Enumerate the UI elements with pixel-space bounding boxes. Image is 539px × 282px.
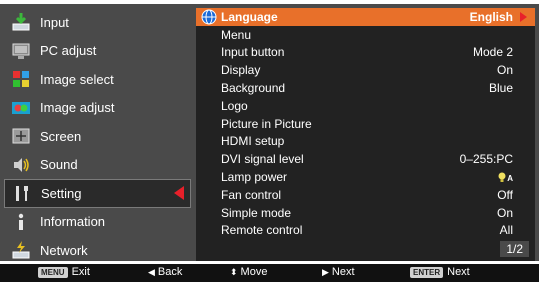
- lamp-auto-label: A: [507, 173, 513, 183]
- arrow-right-icon: ▶: [322, 266, 329, 277]
- globe-icon: [201, 9, 217, 25]
- help-move: ⬍ Move: [230, 266, 267, 278]
- menu-item-input[interactable]: Input: [4, 8, 191, 37]
- enter-key-icon: ENTER: [410, 266, 444, 278]
- submenu-row-label: Display: [221, 63, 261, 78]
- submenu-row-value: On: [496, 63, 513, 78]
- submenu-row-logo[interactable]: Logo: [196, 97, 535, 115]
- arrow-up-down-icon: ⬍: [230, 266, 238, 277]
- menu-item-information[interactable]: Information: [4, 208, 191, 237]
- submenu-row-label: DVI signal level: [221, 152, 304, 167]
- setting-icon: [11, 182, 33, 204]
- menu-item-label: Image select: [40, 71, 114, 87]
- menu-item-network[interactable]: Network: [4, 236, 191, 265]
- submenu-row-language[interactable]: Language English: [196, 8, 535, 26]
- setting-submenu: Language English Menu Input button Mode …: [196, 8, 535, 261]
- submenu-row-display[interactable]: Display On: [196, 61, 535, 79]
- submenu-row-value: All: [499, 223, 513, 238]
- image-select-icon: [10, 68, 32, 90]
- menu-item-screen[interactable]: Screen: [4, 122, 191, 151]
- submenu-row-label: Input button: [221, 45, 285, 60]
- menu-item-setting[interactable]: Setting: [4, 179, 191, 208]
- page-indicator: 1/2: [500, 241, 529, 257]
- help-exit: MENU Exit: [38, 266, 90, 278]
- submenu-row-value: 0–255:PC: [459, 152, 513, 167]
- menu-item-label: Network: [40, 242, 88, 258]
- submenu-row-value: On: [496, 205, 513, 220]
- submenu-row-hdmi-setup[interactable]: HDMI setup: [196, 133, 535, 151]
- help-next: ▶ Next: [322, 266, 355, 278]
- osd-menu: Input PC adjust Image select Image adjus…: [0, 4, 539, 261]
- submenu-row-input-button[interactable]: Input button Mode 2: [196, 44, 535, 62]
- submenu-row-picture-in-picture[interactable]: Picture in Picture: [196, 115, 535, 133]
- screen-icon: [10, 125, 32, 147]
- menu-item-label: Screen: [40, 128, 82, 144]
- submenu-row-lamp-power[interactable]: Lamp power A: [196, 168, 535, 186]
- selection-arrow-icon: [174, 186, 184, 201]
- help-bar: MENU Exit ◀ Back ⬍ Move ▶ Next ENTER Nex…: [0, 264, 539, 282]
- submenu-row-value: Mode 2: [472, 45, 513, 60]
- input-icon: [10, 11, 32, 33]
- submenu-row-dvi-signal-level[interactable]: DVI signal level 0–255:PC: [196, 150, 535, 168]
- lamp-auto-icon: A: [497, 172, 513, 183]
- submenu-row-label: Simple mode: [221, 205, 292, 220]
- submenu-row-menu[interactable]: Menu: [196, 26, 535, 44]
- submenu-row-label: Lamp power: [221, 170, 288, 185]
- menu-item-label: PC adjust: [40, 43, 97, 59]
- network-icon: [10, 239, 32, 261]
- information-icon: [10, 211, 32, 233]
- help-back: ◀ Back: [148, 266, 182, 278]
- menu-item-pc-adjust[interactable]: PC adjust: [4, 37, 191, 66]
- submenu-row-remote-control[interactable]: Remote control All: [196, 222, 535, 240]
- help-exit-label: Exit: [71, 266, 90, 278]
- submenu-row-value: Blue: [488, 81, 513, 96]
- main-menu: Input PC adjust Image select Image adjus…: [4, 8, 191, 266]
- menu-key-icon: MENU: [38, 266, 68, 278]
- image-adjust-icon: [10, 97, 32, 119]
- help-move-label: Move: [240, 266, 268, 278]
- menu-item-label: Input: [40, 14, 69, 30]
- menu-item-label: Setting: [41, 185, 82, 201]
- menu-item-label: Sound: [40, 157, 78, 173]
- submenu-row-label: Background: [221, 81, 286, 96]
- menu-item-label: Information: [40, 214, 106, 230]
- submenu-row-value: Off: [497, 187, 513, 202]
- submenu-row-simple-mode[interactable]: Simple mode On: [196, 204, 535, 222]
- submenu-row-fan-control[interactable]: Fan control Off: [196, 186, 535, 204]
- help-enter-label: Next: [447, 266, 470, 278]
- menu-item-image-select[interactable]: Image select: [4, 65, 191, 94]
- arrow-left-icon: ◀: [148, 266, 155, 277]
- menu-item-label: Image adjust: [40, 100, 115, 116]
- submenu-row-label: Fan control: [221, 187, 282, 202]
- submenu-row-label: Remote control: [221, 223, 303, 238]
- help-next-label: Next: [331, 266, 355, 278]
- help-back-label: Back: [157, 266, 183, 278]
- submenu-row-label: Logo: [221, 98, 248, 113]
- menu-item-image-adjust[interactable]: Image adjust: [4, 94, 191, 123]
- menu-item-sound[interactable]: Sound: [4, 151, 191, 180]
- help-enter: ENTER Next: [410, 266, 470, 278]
- pc-adjust-icon: [10, 40, 32, 62]
- submenu-row-value: English: [469, 9, 513, 24]
- sound-icon: [10, 154, 32, 176]
- arrow-right-icon: [520, 11, 527, 22]
- submenu-row-label: Picture in Picture: [221, 116, 312, 131]
- submenu-row-background[interactable]: Background Blue: [196, 79, 535, 97]
- submenu-row-label: Language: [221, 9, 278, 24]
- submenu-row-label: Menu: [221, 27, 252, 42]
- submenu-row-label: HDMI setup: [221, 134, 285, 149]
